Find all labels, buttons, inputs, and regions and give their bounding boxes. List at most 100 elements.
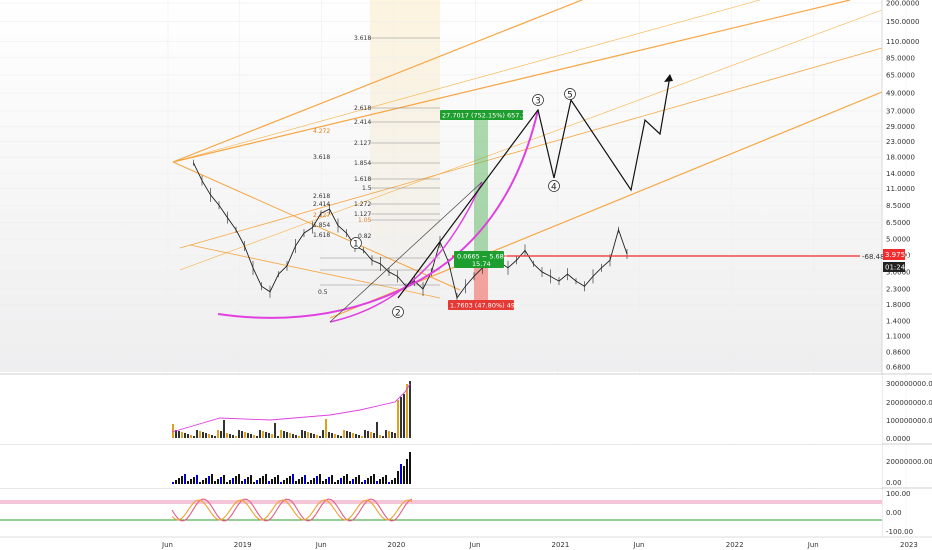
svg-text:4: 4 — [551, 183, 557, 193]
price-tick-label: 5.0000 — [886, 236, 911, 244]
fib-label: 2.127 — [354, 140, 371, 147]
volume-bar — [199, 431, 201, 438]
time-tick-label: Jun — [315, 541, 327, 549]
obv-bar — [178, 478, 180, 484]
volume-bar — [301, 430, 303, 438]
volume-bar — [328, 432, 330, 438]
volume-bar — [253, 435, 255, 438]
volume-bar — [406, 384, 408, 438]
obv-bar — [334, 482, 336, 484]
volume-bar — [280, 430, 282, 438]
volume-bar — [370, 432, 372, 438]
volume-bar — [325, 419, 327, 438]
obv-bar — [211, 474, 213, 484]
obv-bar — [379, 479, 381, 484]
price-tick-label: 65.0000 — [886, 71, 915, 79]
obv-bar — [292, 474, 294, 484]
volume-bar — [373, 433, 375, 438]
obv-bar — [283, 480, 285, 484]
price-tick-label: 110.0000 — [886, 38, 919, 46]
obv-bar — [397, 471, 399, 484]
volume-bar — [268, 433, 270, 438]
price-tick-label: 37.0000 — [886, 108, 915, 116]
time-tick-label: Jun — [469, 541, 481, 549]
price-tick-label: 6.5000 — [886, 219, 911, 227]
volume-bar — [388, 431, 390, 438]
obv-bar — [295, 481, 297, 484]
obv-bar — [394, 478, 396, 484]
obv-bar — [367, 478, 369, 484]
price-chart[interactable]: 3.618 2.618 2.414 2.127 1.854 1.618 1.5 … — [0, 0, 932, 550]
obv-bar — [205, 478, 207, 484]
volume-bar — [379, 435, 381, 438]
volume-bar — [181, 432, 183, 438]
obv-bar — [322, 481, 324, 484]
time-axis[interactable]: Jun2019Jun2020Jun2021Jun2022Jun2023Jun20… — [161, 541, 932, 549]
obv-bar — [259, 478, 261, 484]
obv-bar — [256, 480, 258, 484]
obv-pane-background — [0, 445, 882, 488]
obv-bar — [385, 475, 387, 484]
volume-bar — [223, 420, 225, 438]
volume-bar — [205, 433, 207, 438]
volume-bar — [193, 436, 195, 438]
obv-bar — [340, 478, 342, 484]
obv-bar — [229, 480, 231, 484]
obv-bar — [241, 481, 243, 484]
obv-bar — [172, 482, 174, 484]
price-tick-label: 85.0000 — [886, 54, 915, 62]
volume-pane-background — [0, 375, 882, 444]
obv-bar — [286, 478, 288, 484]
volume-bar — [259, 430, 261, 438]
volume-bar — [274, 423, 276, 438]
volume-bar — [286, 432, 288, 438]
volume-bar — [409, 381, 411, 438]
obv-bar — [253, 482, 255, 484]
obv-bar — [217, 479, 219, 484]
obv-bar — [238, 474, 240, 484]
volume-bar — [364, 430, 366, 438]
price-axis[interactable]: 200.0000 150.0000 110.0000 85.0000 65.0000 49… — [886, 0, 919, 372]
obv-bar — [301, 477, 303, 484]
price-tick-label: 2.3000 — [886, 285, 911, 293]
obv-bar — [250, 475, 252, 484]
volume-bar — [319, 436, 321, 438]
obv-bar — [220, 477, 222, 484]
volume-bar — [352, 433, 354, 438]
price-tick-label: 18.0000 — [886, 154, 915, 162]
obv-bar — [265, 474, 267, 484]
volume-axis: 300000000.0000 200000000.0000 100000000.… — [886, 380, 932, 443]
volume-bar — [295, 435, 297, 438]
price-tick-label: 1.1000 — [886, 333, 911, 341]
obv-bar — [298, 479, 300, 484]
volume-bar — [208, 434, 210, 438]
volume-bar — [361, 436, 363, 438]
obv-bar — [400, 464, 402, 484]
target-up-tag: 27.7017 (752.15%) 657.37 — [440, 110, 530, 120]
obv-bar — [307, 482, 309, 484]
svg-text:15.74: 15.74 — [472, 260, 491, 268]
volume-bar — [304, 431, 306, 438]
price-tick-label: 200.0000 — [886, 0, 919, 8]
volume-bar — [400, 397, 402, 438]
obv-bar — [235, 476, 237, 484]
obv-bar — [409, 452, 411, 484]
obv-bar — [337, 480, 339, 484]
volume-bar — [217, 430, 219, 438]
volume-bar — [340, 436, 342, 438]
obv-bar — [310, 480, 312, 484]
obv-bar — [373, 474, 375, 484]
svg-text:27.7017 (752.15%) 657.37: 27.7017 (752.15%) 657.37 — [442, 112, 530, 120]
svg-text:5: 5 — [567, 91, 573, 101]
obv-bar — [181, 476, 183, 484]
obv-bar — [175, 480, 177, 484]
time-tick-label: 2019 — [234, 541, 252, 549]
volume-bar — [310, 433, 312, 438]
time-tick-label: Jun — [633, 541, 645, 549]
price-tick-label: 11.0000 — [886, 185, 915, 193]
volume-bar — [376, 422, 378, 438]
obv-bar — [382, 477, 384, 484]
volume-bar — [337, 435, 339, 438]
volume-bar — [250, 434, 252, 438]
svg-text:0.00: 0.00 — [886, 509, 902, 517]
